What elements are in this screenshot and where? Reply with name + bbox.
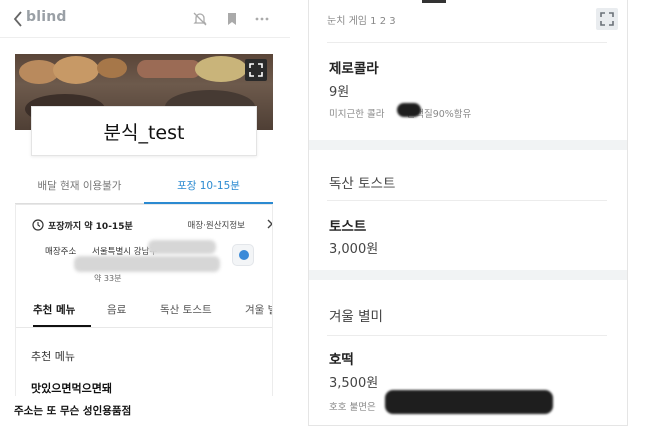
map-button[interactable] xyxy=(232,244,254,266)
redacted-address xyxy=(148,240,216,254)
menu-item-name[interactable]: 제로콜라 xyxy=(329,57,379,77)
section-gap xyxy=(309,270,627,280)
menu-item-name[interactable]: 맛있으면먹으면돼 xyxy=(31,380,112,396)
active-tab-indicator xyxy=(422,0,446,3)
order-mode-tabs: 배달 현재 이용불가 포장 10-15분 xyxy=(15,172,273,204)
store-info-link[interactable]: 매장·원산지정보 xyxy=(188,219,245,231)
section-title: 독산 토스트 xyxy=(329,176,396,192)
store-name: 분식_test xyxy=(103,121,185,144)
back-icon[interactable] xyxy=(12,10,24,28)
menu-item-price: 9원 xyxy=(329,85,350,100)
section-title: 추천 메뉴 xyxy=(31,350,75,363)
app-topbar: blind xyxy=(0,0,290,38)
pickup-time: 포장까지 약 10-15분 xyxy=(48,222,133,232)
redacted-address-line xyxy=(74,256,220,272)
right-screenshot: 눈치 게임 1 2 3 제로콜라 9원 미지근한 콜라 단백질90%함유 독산 토… xyxy=(308,0,628,426)
image-caption: 주소는 또 무슨 성인용품점 xyxy=(14,405,132,417)
category-tabs: 추천 메뉴 음료 독산 토스트 겨울 별 xyxy=(15,292,273,328)
menu-item-desc: 눈치 게임 1 2 3 xyxy=(327,16,396,27)
menu-item-name[interactable]: 토스트 xyxy=(329,215,366,235)
tab-pickup[interactable]: 포장 10-15분 xyxy=(144,172,273,204)
more-icon[interactable] xyxy=(254,11,270,27)
menu-item-price: 3,500원 xyxy=(329,376,379,391)
active-tab-underline xyxy=(33,325,91,327)
menu-item-price: 3,000원 xyxy=(329,242,379,257)
section-gap xyxy=(309,140,627,150)
brand-logo: blind xyxy=(26,9,67,25)
address-label: 매장주소 xyxy=(45,247,77,257)
bookmark-icon[interactable] xyxy=(224,11,240,27)
section-title: 겨울 별미 xyxy=(329,309,383,325)
redacted-text xyxy=(397,103,421,117)
menu-item-desc: 호호 불면은 xyxy=(329,402,376,413)
divider xyxy=(327,42,607,43)
mute-bell-icon[interactable] xyxy=(192,11,208,27)
address-extra: 약 33분 xyxy=(94,274,122,283)
panel-border xyxy=(272,204,273,396)
divider xyxy=(327,335,607,336)
redacted-text xyxy=(385,390,553,414)
fullscreen-icon[interactable] xyxy=(245,59,267,81)
tab-recommended[interactable]: 추천 메뉴 xyxy=(33,302,75,317)
menu-item-name[interactable]: 호떡 xyxy=(329,348,354,368)
fullscreen-icon[interactable] xyxy=(596,8,618,30)
tab-delivery[interactable]: 배달 현재 이용불가 xyxy=(15,172,144,204)
divider xyxy=(327,200,607,201)
panel-border xyxy=(15,204,16,396)
tab-doksan-toast[interactable]: 독산 토스트 xyxy=(160,302,212,317)
tab-winter[interactable]: 겨울 별 xyxy=(245,302,273,317)
map-pin-icon xyxy=(239,250,249,260)
left-screenshot: blind 분식_test 배달 현재 이용불가 포장 10-15분 포장까지 … xyxy=(0,0,290,435)
store-name-card: 분식_test xyxy=(31,106,257,156)
tab-drinks[interactable]: 음료 xyxy=(107,302,126,317)
clock-icon xyxy=(32,219,44,231)
